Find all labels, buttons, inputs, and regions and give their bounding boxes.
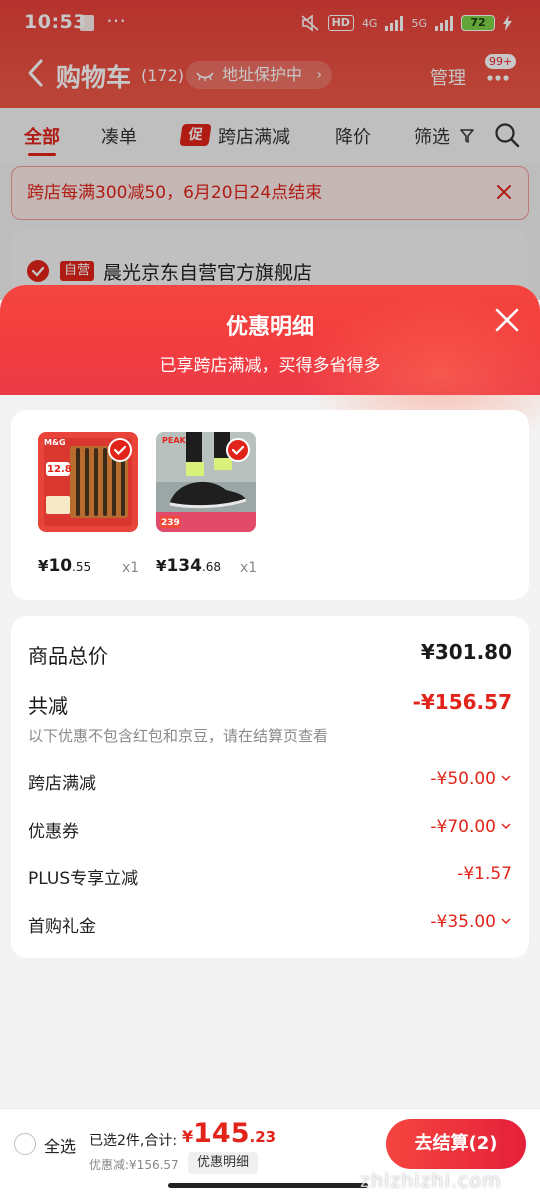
home-indicator <box>168 1183 368 1188</box>
total-discount-value: -¥156.57 <box>412 690 512 714</box>
discount-detail-button[interactable]: 优惠明细 <box>188 1152 259 1174</box>
chevron-down-icon <box>501 918 511 924</box>
sheet-subtitle: 已享跨店满减，买得多省得多 <box>159 356 381 376</box>
discount-detail-sheet: 优惠明细 已享跨店满减，买得多省得多 M&G 12.8 ¥10.55 x1 PE… <box>0 285 540 1200</box>
discount-value: -¥1.57 <box>457 864 512 884</box>
saved-amount: 优惠减:¥156.57 <box>89 1158 179 1172</box>
product-price: ¥134.68 <box>156 556 222 576</box>
discount-label: 优惠券 <box>28 822 79 842</box>
product-qty: x1 <box>240 560 258 576</box>
total-price-label: 商品总价 <box>28 644 108 668</box>
chevron-down-icon <box>501 823 511 829</box>
select-all-radio[interactable] <box>14 1133 36 1155</box>
sheet-title: 优惠明细 <box>225 315 314 340</box>
price-breakdown-card: 商品总价 ¥301.80 共减 -¥156.57 以下优惠不包含红包和京豆，请在… <box>11 616 529 958</box>
total-discount-label: 共减 <box>28 694 68 718</box>
checkout-button[interactable]: 去结算(2) <box>386 1119 526 1169</box>
product-price: ¥10.55 <box>38 556 92 576</box>
product-qty: x1 <box>122 560 140 576</box>
discount-label: 跨店满减 <box>28 774 96 794</box>
product-brand-label: M&G <box>44 438 66 447</box>
selected-info: 已选2件,合计: <box>89 1133 178 1149</box>
discount-label: 首购礼金 <box>28 917 96 937</box>
product-promo-label: 239 <box>161 518 180 528</box>
chevron-down-icon <box>501 775 511 781</box>
checked-icon <box>108 438 132 462</box>
sheet-header: 优惠明细 已享跨店满减，买得多省得多 <box>0 285 540 455</box>
product-brand-label: PEAK <box>162 436 186 445</box>
total-payable: ¥145.23 <box>182 1118 277 1149</box>
close-icon[interactable] <box>494 307 520 333</box>
discount-note: 以下优惠不包含红包和京豆，请在结算页查看 <box>28 727 329 745</box>
select-all-label[interactable]: 全选 <box>44 1133 76 1157</box>
product-promo-label: 12.8 <box>47 464 72 475</box>
discount-label: PLUS专享立减 <box>28 869 139 889</box>
watermark: zhizhizhi.com <box>360 1170 502 1192</box>
modal-overlay[interactable] <box>0 0 540 300</box>
selected-products-card: M&G 12.8 ¥10.55 x1 PEAK 239 ¥134.68 x1 <box>11 410 529 600</box>
total-price-value: ¥301.80 <box>420 640 512 664</box>
checked-icon <box>226 438 250 462</box>
